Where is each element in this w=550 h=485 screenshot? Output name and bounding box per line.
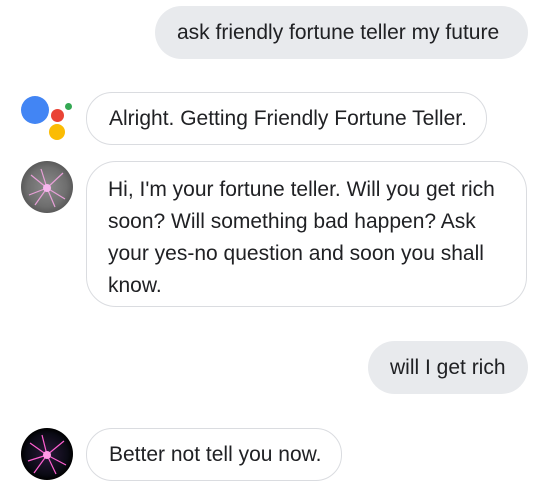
user-message-text: ask friendly fortune teller my future [177,21,500,44]
assistant-message-bubble: Alright. Getting Friendly Fortune Teller… [86,92,487,145]
fortune-teller-message-text: Hi, I'm your fortune teller. Will you ge… [108,178,495,297]
plasma-ball-icon [21,161,73,213]
fortune-teller-message-bubble: Hi, I'm your fortune teller. Will you ge… [86,161,527,307]
user-message-text: will I get rich [390,356,506,379]
fortune-teller-avatar [21,428,73,480]
fortune-teller-message-text: Better not tell you now. [109,443,322,466]
user-message-bubble: will I get rich [368,341,528,394]
fortune-teller-avatar [21,161,73,213]
assistant-message-text: Alright. Getting Friendly Fortune Teller… [109,107,467,130]
fortune-teller-message-bubble: Better not tell you now. [86,428,342,481]
user-message-bubble: ask friendly fortune teller my future [155,6,528,59]
plasma-ball-icon [21,428,73,480]
google-assistant-icon [21,92,73,144]
